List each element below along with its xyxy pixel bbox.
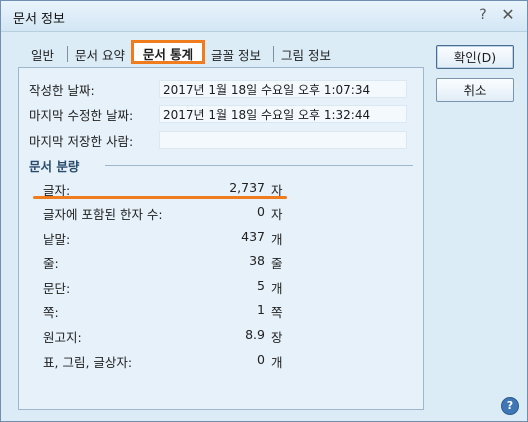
tab-statistics[interactable]: 문서 통계 xyxy=(131,40,205,64)
cancel-button[interactable]: 취소 xyxy=(436,78,514,102)
close-icon[interactable]: ✕ xyxy=(499,6,517,24)
stat-label: 줄: xyxy=(43,256,59,271)
stat-unit: 쪽 xyxy=(271,305,283,320)
saved-by-label: 마지막 저장한 사람: xyxy=(29,134,134,149)
stat-unit: 줄 xyxy=(271,256,283,271)
saved-by-value xyxy=(159,131,407,149)
modified-label: 마지막 수정한 날짜: xyxy=(29,108,134,123)
stat-label: 문단: xyxy=(43,281,71,296)
stat-value: 0 xyxy=(257,204,265,219)
title-bar: 문서 정보 ? ✕ xyxy=(1,1,527,32)
created-value: 2017년 1월 18일 수요일 오후 1:07:34 xyxy=(159,80,407,98)
statistics-panel: 작성한 날짜: 2017년 1월 18일 수요일 오후 1:07:34 마지막 … xyxy=(18,67,424,410)
modified-value: 2017년 1월 18일 수요일 오후 1:32:44 xyxy=(159,105,407,123)
help-icon[interactable]: ? xyxy=(501,397,519,415)
stat-label: 원고지: xyxy=(43,330,82,345)
stat-label: 낱말: xyxy=(43,232,71,247)
tab-summary[interactable]: 문서 요약 xyxy=(75,45,125,64)
document-info-dialog: 문서 정보 ? ✕ 일반 문서 요약 문서 통계 글꼴 정보 그림 정보 작성한… xyxy=(0,0,528,422)
stat-label: 글자에 포함된 한자 수: xyxy=(43,207,163,222)
tab-divider xyxy=(273,46,274,62)
ok-button[interactable]: 확인(D) xyxy=(436,45,514,69)
stat-unit: 장 xyxy=(271,330,283,345)
stat-value: 2,737 xyxy=(229,180,265,195)
stat-value: 5 xyxy=(257,278,265,293)
dialog-title: 문서 정보 xyxy=(13,12,65,27)
stat-unit: 개 xyxy=(271,281,283,296)
group-title: 문서 분량 xyxy=(29,159,80,174)
stat-value: 8.9 xyxy=(245,327,265,342)
stat-label: 표, 그림, 글상자: xyxy=(43,355,133,370)
stat-value: 38 xyxy=(249,253,265,268)
stat-value: 437 xyxy=(241,229,265,244)
tab-font-info[interactable]: 글꼴 정보 xyxy=(211,45,261,64)
tab-general[interactable]: 일반 xyxy=(31,45,54,64)
created-label: 작성한 날짜: xyxy=(29,83,95,98)
highlight-underline xyxy=(33,196,287,199)
stat-unit: 자 xyxy=(271,207,283,222)
stat-unit: 개 xyxy=(271,232,283,247)
tab-image-info[interactable]: 그림 정보 xyxy=(281,45,331,64)
stat-value: 1 xyxy=(257,302,265,317)
tab-divider xyxy=(67,46,68,62)
stat-unit: 개 xyxy=(271,355,283,370)
help-button[interactable]: ? xyxy=(475,7,491,23)
group-divider xyxy=(105,165,413,166)
stat-value: 0 xyxy=(257,352,265,367)
stat-label: 쪽: xyxy=(43,305,59,320)
